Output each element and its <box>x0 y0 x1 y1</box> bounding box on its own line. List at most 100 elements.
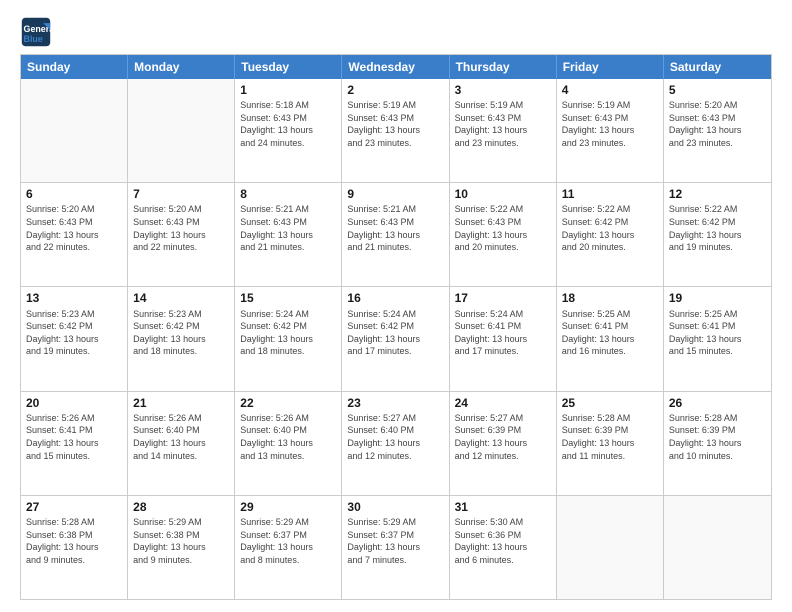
day-info: Sunrise: 5:23 AMSunset: 6:42 PMDaylight:… <box>133 308 229 358</box>
svg-text:Blue: Blue <box>24 34 43 44</box>
day-number: 4 <box>562 82 658 98</box>
day-info: Sunrise: 5:20 AMSunset: 6:43 PMDaylight:… <box>669 99 766 149</box>
day-info: Sunrise: 5:19 AMSunset: 6:43 PMDaylight:… <box>347 99 443 149</box>
day-number: 23 <box>347 395 443 411</box>
day-info: Sunrise: 5:20 AMSunset: 6:43 PMDaylight:… <box>26 203 122 253</box>
empty-cell <box>128 79 235 182</box>
calendar-body: 1Sunrise: 5:18 AMSunset: 6:43 PMDaylight… <box>21 79 771 599</box>
calendar-header: SundayMondayTuesdayWednesdayThursdayFrid… <box>21 55 771 79</box>
day-info: Sunrise: 5:23 AMSunset: 6:42 PMDaylight:… <box>26 308 122 358</box>
day-info: Sunrise: 5:22 AMSunset: 6:43 PMDaylight:… <box>455 203 551 253</box>
day-number: 19 <box>669 290 766 306</box>
day-cell-22: 22Sunrise: 5:26 AMSunset: 6:40 PMDayligh… <box>235 392 342 495</box>
day-info: Sunrise: 5:25 AMSunset: 6:41 PMDaylight:… <box>669 308 766 358</box>
day-number: 21 <box>133 395 229 411</box>
day-number: 25 <box>562 395 658 411</box>
day-cell-1: 1Sunrise: 5:18 AMSunset: 6:43 PMDaylight… <box>235 79 342 182</box>
day-info: Sunrise: 5:18 AMSunset: 6:43 PMDaylight:… <box>240 99 336 149</box>
day-cell-3: 3Sunrise: 5:19 AMSunset: 6:43 PMDaylight… <box>450 79 557 182</box>
day-number: 2 <box>347 82 443 98</box>
day-info: Sunrise: 5:26 AMSunset: 6:40 PMDaylight:… <box>240 412 336 462</box>
day-number: 30 <box>347 499 443 515</box>
day-number: 29 <box>240 499 336 515</box>
day-info: Sunrise: 5:19 AMSunset: 6:43 PMDaylight:… <box>455 99 551 149</box>
day-cell-9: 9Sunrise: 5:21 AMSunset: 6:43 PMDaylight… <box>342 183 449 286</box>
day-number: 22 <box>240 395 336 411</box>
day-cell-2: 2Sunrise: 5:19 AMSunset: 6:43 PMDaylight… <box>342 79 449 182</box>
day-info: Sunrise: 5:27 AMSunset: 6:40 PMDaylight:… <box>347 412 443 462</box>
day-cell-6: 6Sunrise: 5:20 AMSunset: 6:43 PMDaylight… <box>21 183 128 286</box>
empty-cell <box>557 496 664 599</box>
day-cell-26: 26Sunrise: 5:28 AMSunset: 6:39 PMDayligh… <box>664 392 771 495</box>
day-info: Sunrise: 5:24 AMSunset: 6:41 PMDaylight:… <box>455 308 551 358</box>
day-info: Sunrise: 5:27 AMSunset: 6:39 PMDaylight:… <box>455 412 551 462</box>
calendar-row-3: 20Sunrise: 5:26 AMSunset: 6:41 PMDayligh… <box>21 391 771 495</box>
day-number: 7 <box>133 186 229 202</box>
day-info: Sunrise: 5:26 AMSunset: 6:41 PMDaylight:… <box>26 412 122 462</box>
day-number: 8 <box>240 186 336 202</box>
day-cell-17: 17 Sunrise: 5:24 AMSunset: 6:41 PMDayligh… <box>450 287 557 390</box>
day-number: 20 <box>26 395 122 411</box>
header: General Blue <box>20 16 772 48</box>
day-cell-19: 19 Sunrise: 5:25 AMSunset: 6:41 PMDayligh… <box>664 287 771 390</box>
day-info: Sunrise: 5:26 AMSunset: 6:40 PMDaylight:… <box>133 412 229 462</box>
logo: General Blue <box>20 16 56 48</box>
day-cell-29: 29Sunrise: 5:29 AMSunset: 6:37 PMDayligh… <box>235 496 342 599</box>
header-day-sunday: Sunday <box>21 55 128 79</box>
day-info: Sunrise: 5:20 AMSunset: 6:43 PMDaylight:… <box>133 203 229 253</box>
calendar-row-2: 13 Sunrise: 5:23 AMSunset: 6:42 PMDayligh… <box>21 286 771 390</box>
day-cell-16: 16 Sunrise: 5:24 AMSunset: 6:42 PMDayligh… <box>342 287 449 390</box>
day-number: 24 <box>455 395 551 411</box>
day-number: 10 <box>455 186 551 202</box>
day-cell-5: 5Sunrise: 5:20 AMSunset: 6:43 PMDaylight… <box>664 79 771 182</box>
day-cell-10: 10Sunrise: 5:22 AMSunset: 6:43 PMDayligh… <box>450 183 557 286</box>
header-day-thursday: Thursday <box>450 55 557 79</box>
day-number: 15 <box>240 290 336 306</box>
day-info: Sunrise: 5:30 AMSunset: 6:36 PMDaylight:… <box>455 516 551 566</box>
day-info: Sunrise: 5:29 AMSunset: 6:38 PMDaylight:… <box>133 516 229 566</box>
day-info: Sunrise: 5:29 AMSunset: 6:37 PMDaylight:… <box>240 516 336 566</box>
day-number: 26 <box>669 395 766 411</box>
day-cell-15: 15Sunrise: 5:24 AMSunset: 6:42 PMDayligh… <box>235 287 342 390</box>
day-cell-14: 14Sunrise: 5:23 AMSunset: 6:42 PMDayligh… <box>128 287 235 390</box>
day-number: 1 <box>240 82 336 98</box>
day-cell-18: 18Sunrise: 5:25 AMSunset: 6:41 PMDayligh… <box>557 287 664 390</box>
day-cell-31: 31Sunrise: 5:30 AMSunset: 6:36 PMDayligh… <box>450 496 557 599</box>
calendar-row-4: 27Sunrise: 5:28 AMSunset: 6:38 PMDayligh… <box>21 495 771 599</box>
day-cell-12: 12Sunrise: 5:22 AMSunset: 6:42 PMDayligh… <box>664 183 771 286</box>
header-day-saturday: Saturday <box>664 55 771 79</box>
day-cell-11: 11Sunrise: 5:22 AMSunset: 6:42 PMDayligh… <box>557 183 664 286</box>
day-info: Sunrise: 5:28 AMSunset: 6:38 PMDaylight:… <box>26 516 122 566</box>
empty-cell <box>21 79 128 182</box>
day-info: Sunrise: 5:22 AMSunset: 6:42 PMDaylight:… <box>669 203 766 253</box>
header-day-wednesday: Wednesday <box>342 55 449 79</box>
day-number: 18 <box>562 290 658 306</box>
day-number: 16 <box>347 290 443 306</box>
day-info: Sunrise: 5:19 AMSunset: 6:43 PMDaylight:… <box>562 99 658 149</box>
day-number: 31 <box>455 499 551 515</box>
day-info: Sunrise: 5:28 AMSunset: 6:39 PMDaylight:… <box>562 412 658 462</box>
day-cell-24: 24Sunrise: 5:27 AMSunset: 6:39 PMDayligh… <box>450 392 557 495</box>
calendar-row-0: 1Sunrise: 5:18 AMSunset: 6:43 PMDaylight… <box>21 79 771 182</box>
day-cell-25: 25Sunrise: 5:28 AMSunset: 6:39 PMDayligh… <box>557 392 664 495</box>
day-cell-20: 20Sunrise: 5:26 AMSunset: 6:41 PMDayligh… <box>21 392 128 495</box>
day-cell-8: 8Sunrise: 5:21 AMSunset: 6:43 PMDaylight… <box>235 183 342 286</box>
page: General Blue SundayMondayTuesdayWednesda… <box>0 0 792 612</box>
day-cell-21: 21Sunrise: 5:26 AMSunset: 6:40 PMDayligh… <box>128 392 235 495</box>
day-info: Sunrise: 5:21 AMSunset: 6:43 PMDaylight:… <box>347 203 443 253</box>
day-number: 27 <box>26 499 122 515</box>
day-number: 13 <box>26 290 122 306</box>
day-cell-30: 30Sunrise: 5:29 AMSunset: 6:37 PMDayligh… <box>342 496 449 599</box>
header-day-monday: Monday <box>128 55 235 79</box>
header-day-friday: Friday <box>557 55 664 79</box>
day-info: Sunrise: 5:24 AMSunset: 6:42 PMDaylight:… <box>347 308 443 358</box>
day-number: 5 <box>669 82 766 98</box>
day-number: 17 <box>455 290 551 306</box>
day-number: 3 <box>455 82 551 98</box>
header-day-tuesday: Tuesday <box>235 55 342 79</box>
day-number: 28 <box>133 499 229 515</box>
empty-cell <box>664 496 771 599</box>
day-cell-4: 4Sunrise: 5:19 AMSunset: 6:43 PMDaylight… <box>557 79 664 182</box>
day-cell-28: 28Sunrise: 5:29 AMSunset: 6:38 PMDayligh… <box>128 496 235 599</box>
day-number: 6 <box>26 186 122 202</box>
